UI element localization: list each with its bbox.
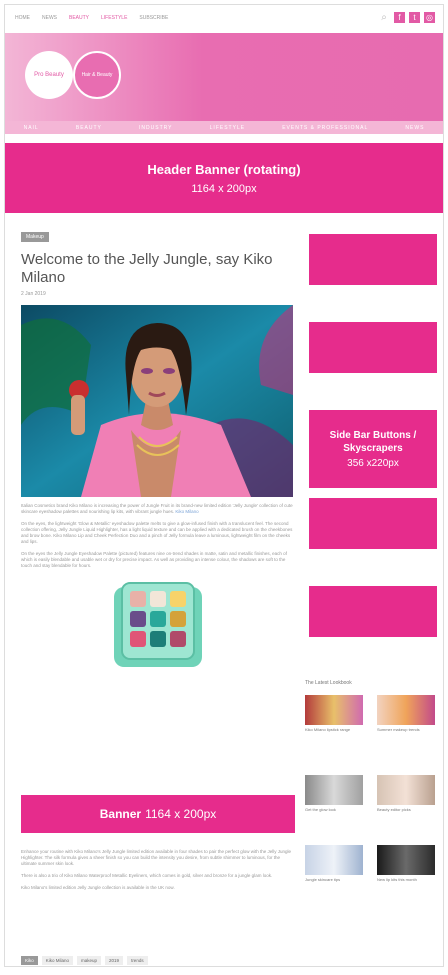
lookbook-caption: Summer makeup trends	[377, 727, 420, 732]
top-nav: HOME NEWS BEAUTY LIFESTYLE SUBSCRIBE	[15, 15, 168, 21]
category-nav: NAIL BEAUTY INDUSTRY LIFESTYLE EVENTS & …	[5, 121, 443, 134]
nav-item-home[interactable]: HOME	[15, 15, 30, 21]
header-banner-placeholder[interactable]: Header Banner (rotating) 1164 x 200px	[5, 143, 443, 213]
article-continued: Enhance your routine with Kiko Milano's …	[21, 843, 295, 891]
nav-item-beauty[interactable]: BEAUTY	[69, 15, 89, 21]
logo-text: Pro Beauty	[34, 72, 64, 78]
lookbook-caption: Get the glow look	[305, 807, 336, 812]
nav-item-lifestyle[interactable]: LIFESTYLE	[101, 15, 127, 21]
nav-item-news[interactable]: NEWS	[42, 15, 57, 21]
category-beauty[interactable]: BEAUTY	[76, 125, 102, 131]
category-events[interactable]: EVENTS & PROFESSIONAL	[282, 125, 368, 131]
latest-lookbook-heading: The Latest Lookbook	[305, 680, 352, 686]
nav-item-subscribe[interactable]: SUBSCRIBE	[139, 15, 168, 21]
site-hero: Pro Beauty Hair & Beauty	[5, 33, 443, 121]
article-hero-image	[21, 305, 293, 497]
lookbook-image	[305, 845, 363, 875]
category-lifestyle[interactable]: LIFESTYLE	[210, 125, 245, 131]
sidebar-button-3[interactable]: Side Bar Buttons / Skyscrapers 356 x220p…	[309, 410, 437, 488]
banner-title: Banner	[99, 807, 142, 821]
article-date: 2 Jan 2019	[21, 291, 46, 297]
banner-placeholder[interactable]: Banner 1164 x 200px	[21, 795, 295, 833]
category-nail[interactable]: NAIL	[24, 125, 39, 131]
brand-link[interactable]: Kiko Milano	[175, 509, 198, 514]
lookbook-thumb[interactable]: Get the glow look	[305, 775, 363, 812]
article-paragraph-6: Kiko Milano's limited edition Jelly Jung…	[21, 885, 175, 890]
lookbook-thumb[interactable]: Beauty editor picks	[377, 775, 435, 812]
article-paragraph-1: Italian Cosmetics brand Kiko Milano is i…	[21, 503, 293, 514]
sidebar-button-1[interactable]	[309, 234, 437, 285]
page-frame: HOME NEWS BEAUTY LIFESTYLE SUBSCRIBE ⌕ f…	[4, 4, 444, 967]
category-news[interactable]: NEWS	[405, 125, 424, 131]
sidebar-button-4[interactable]	[309, 498, 437, 549]
instagram-icon[interactable]: ◎	[424, 12, 435, 23]
logo2-text: Hair & Beauty	[81, 72, 113, 78]
header-banner-title: Header Banner (rotating)	[147, 161, 301, 177]
product-image-palette	[110, 579, 206, 669]
sidebar-title: Side Bar Buttons / Skyscrapers	[329, 430, 417, 454]
lookbook-thumb[interactable]: New lip kits this month	[377, 845, 435, 882]
category-industry[interactable]: INDUSTRY	[139, 125, 172, 131]
article-paragraph-4: Enhance your routine with Kiko Milano's …	[21, 849, 292, 866]
lookbook-caption: Beauty editor picks	[377, 807, 411, 812]
lookbook-caption: New lip kits this month	[377, 877, 417, 882]
lookbook-thumb[interactable]: Jungle skincare tips	[305, 845, 363, 882]
lookbook-image	[305, 775, 363, 805]
tag[interactable]: makeup	[77, 956, 102, 965]
lookbook-caption: Jungle skincare tips	[305, 877, 341, 882]
banner-dims: 1164 x 200px	[145, 807, 217, 821]
facebook-icon[interactable]: f	[394, 12, 405, 23]
tag[interactable]: trends	[127, 956, 148, 965]
sidebar-button-5[interactable]	[309, 586, 437, 637]
social-links: ⌕ f t ◎	[378, 12, 435, 23]
lookbook-image	[377, 845, 435, 875]
lookbook-caption: Kiko Milano lipstick range	[305, 727, 351, 732]
lookbook-thumb[interactable]: Kiko Milano lipstick range	[305, 695, 363, 732]
lookbook-thumb[interactable]: Summer makeup trends	[377, 695, 435, 732]
article-title: Welcome to the Jelly Jungle, say Kiko Mi…	[21, 251, 273, 286]
article-tags: Kiko Kiko Milano makeup 2019 trends	[21, 956, 148, 965]
search-icon[interactable]: ⌕	[378, 12, 390, 23]
lookbook-image	[377, 695, 435, 725]
lookbook-image	[377, 775, 435, 805]
header-banner-dims: 1164 x 200px	[191, 182, 257, 195]
sidebar-button-2[interactable]	[309, 322, 437, 373]
tag[interactable]: Kiko Milano	[41, 956, 74, 965]
article-paragraph-5: There is also a trio of Kiko Milano Wate…	[21, 873, 273, 878]
tag[interactable]: 2019	[105, 956, 124, 965]
article: Makeup Welcome to the Jelly Jungle, say …	[21, 225, 295, 669]
twitter-icon[interactable]: t	[409, 12, 420, 23]
article-paragraph-3: On the eyes the Jelly Jungle Eyeshadow P…	[21, 551, 287, 568]
site-logo-secondary[interactable]: Hair & Beauty	[73, 51, 121, 99]
lookbook-image	[305, 695, 363, 725]
site-logo[interactable]: Pro Beauty	[25, 51, 73, 99]
sidebar-dims: 356 x220px	[347, 458, 399, 469]
article-paragraph-2: On the eyes, the lightweight 'Glow & Met…	[21, 521, 293, 544]
tag[interactable]: Kiko	[21, 956, 38, 965]
category-badge[interactable]: Makeup	[21, 232, 49, 242]
top-bar: HOME NEWS BEAUTY LIFESTYLE SUBSCRIBE ⌕ f…	[5, 5, 443, 34]
